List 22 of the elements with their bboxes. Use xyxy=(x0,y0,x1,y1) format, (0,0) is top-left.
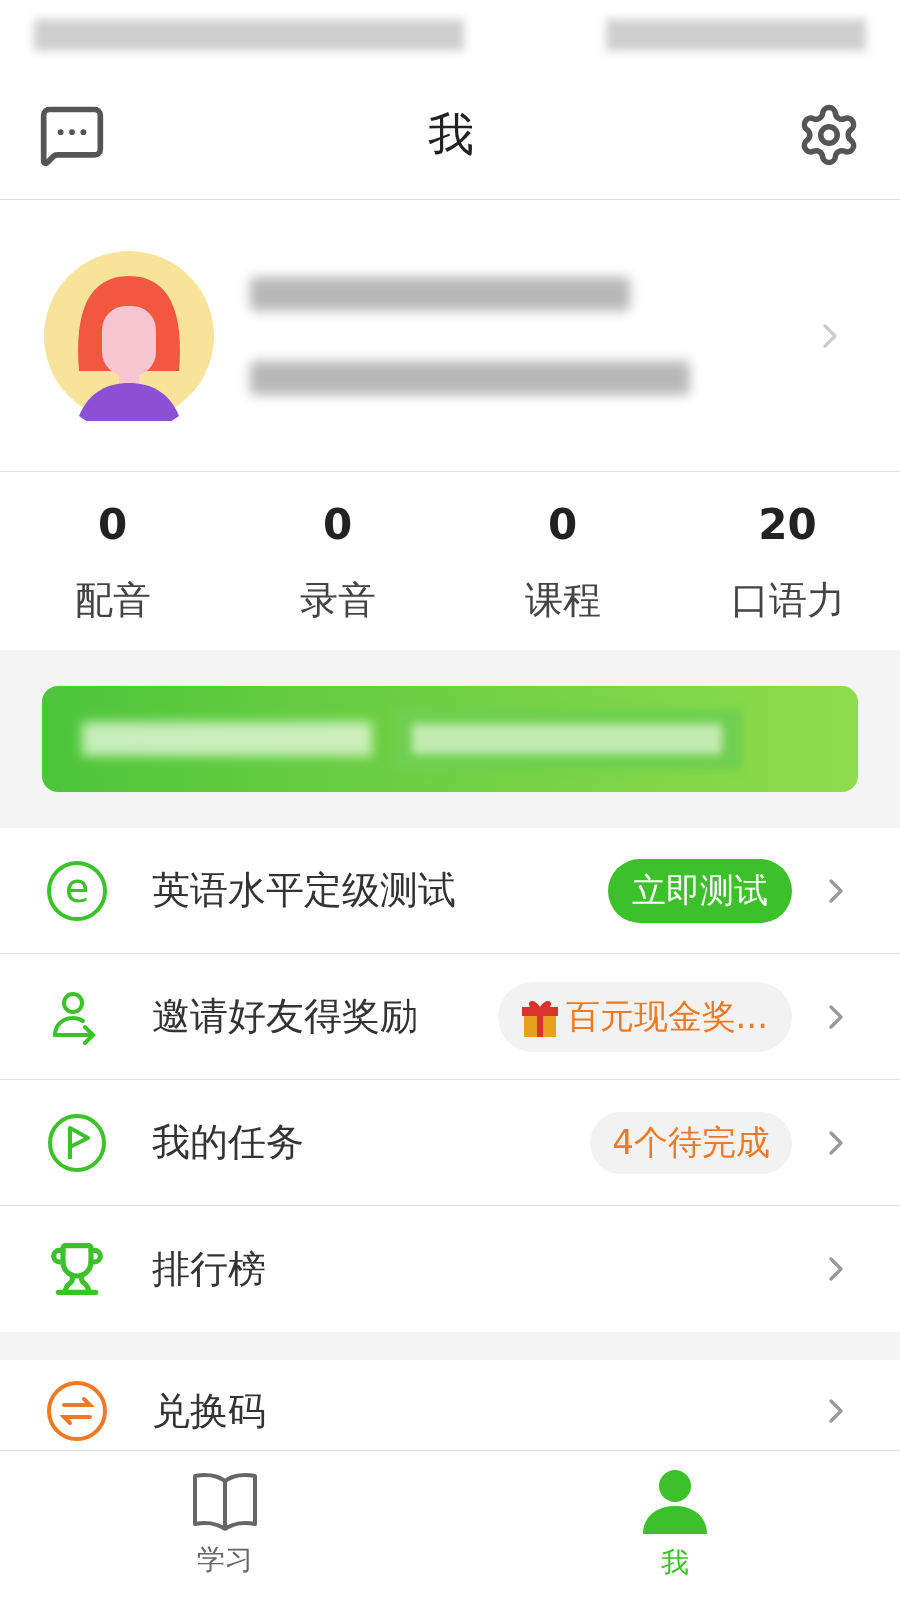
stat-value: 0 xyxy=(547,499,578,551)
tab[interactable]: 学习 xyxy=(0,1451,450,1600)
menu-label: 兑换码 xyxy=(152,1387,266,1435)
menu-label: 排行榜 xyxy=(152,1245,266,1293)
person-icon xyxy=(641,1467,709,1536)
e-icon: e xyxy=(47,860,107,921)
stat-label: 口语力 xyxy=(730,577,845,624)
stat-value: 20 xyxy=(758,499,817,551)
tab-label: 我 xyxy=(661,1544,689,1581)
stat-label: 录音 xyxy=(299,577,376,624)
book-icon xyxy=(191,1470,259,1533)
menu-label: 我的任务 xyxy=(152,1119,304,1166)
menu-label: 英语水平定级测试 xyxy=(152,867,456,914)
stat-label: 课程 xyxy=(524,577,601,624)
stat-label: 配音 xyxy=(74,577,151,624)
reward-text: 百元现金奖... xyxy=(565,995,768,1038)
pending-badge: 4个待完成 xyxy=(590,1111,792,1174)
page-title: 我 xyxy=(428,106,474,163)
menu-label: 邀请好友得奖励 xyxy=(152,993,418,1040)
stat-value: 0 xyxy=(322,499,353,551)
stat-value: 0 xyxy=(97,499,128,551)
tab-label: 学习 xyxy=(197,1541,253,1578)
